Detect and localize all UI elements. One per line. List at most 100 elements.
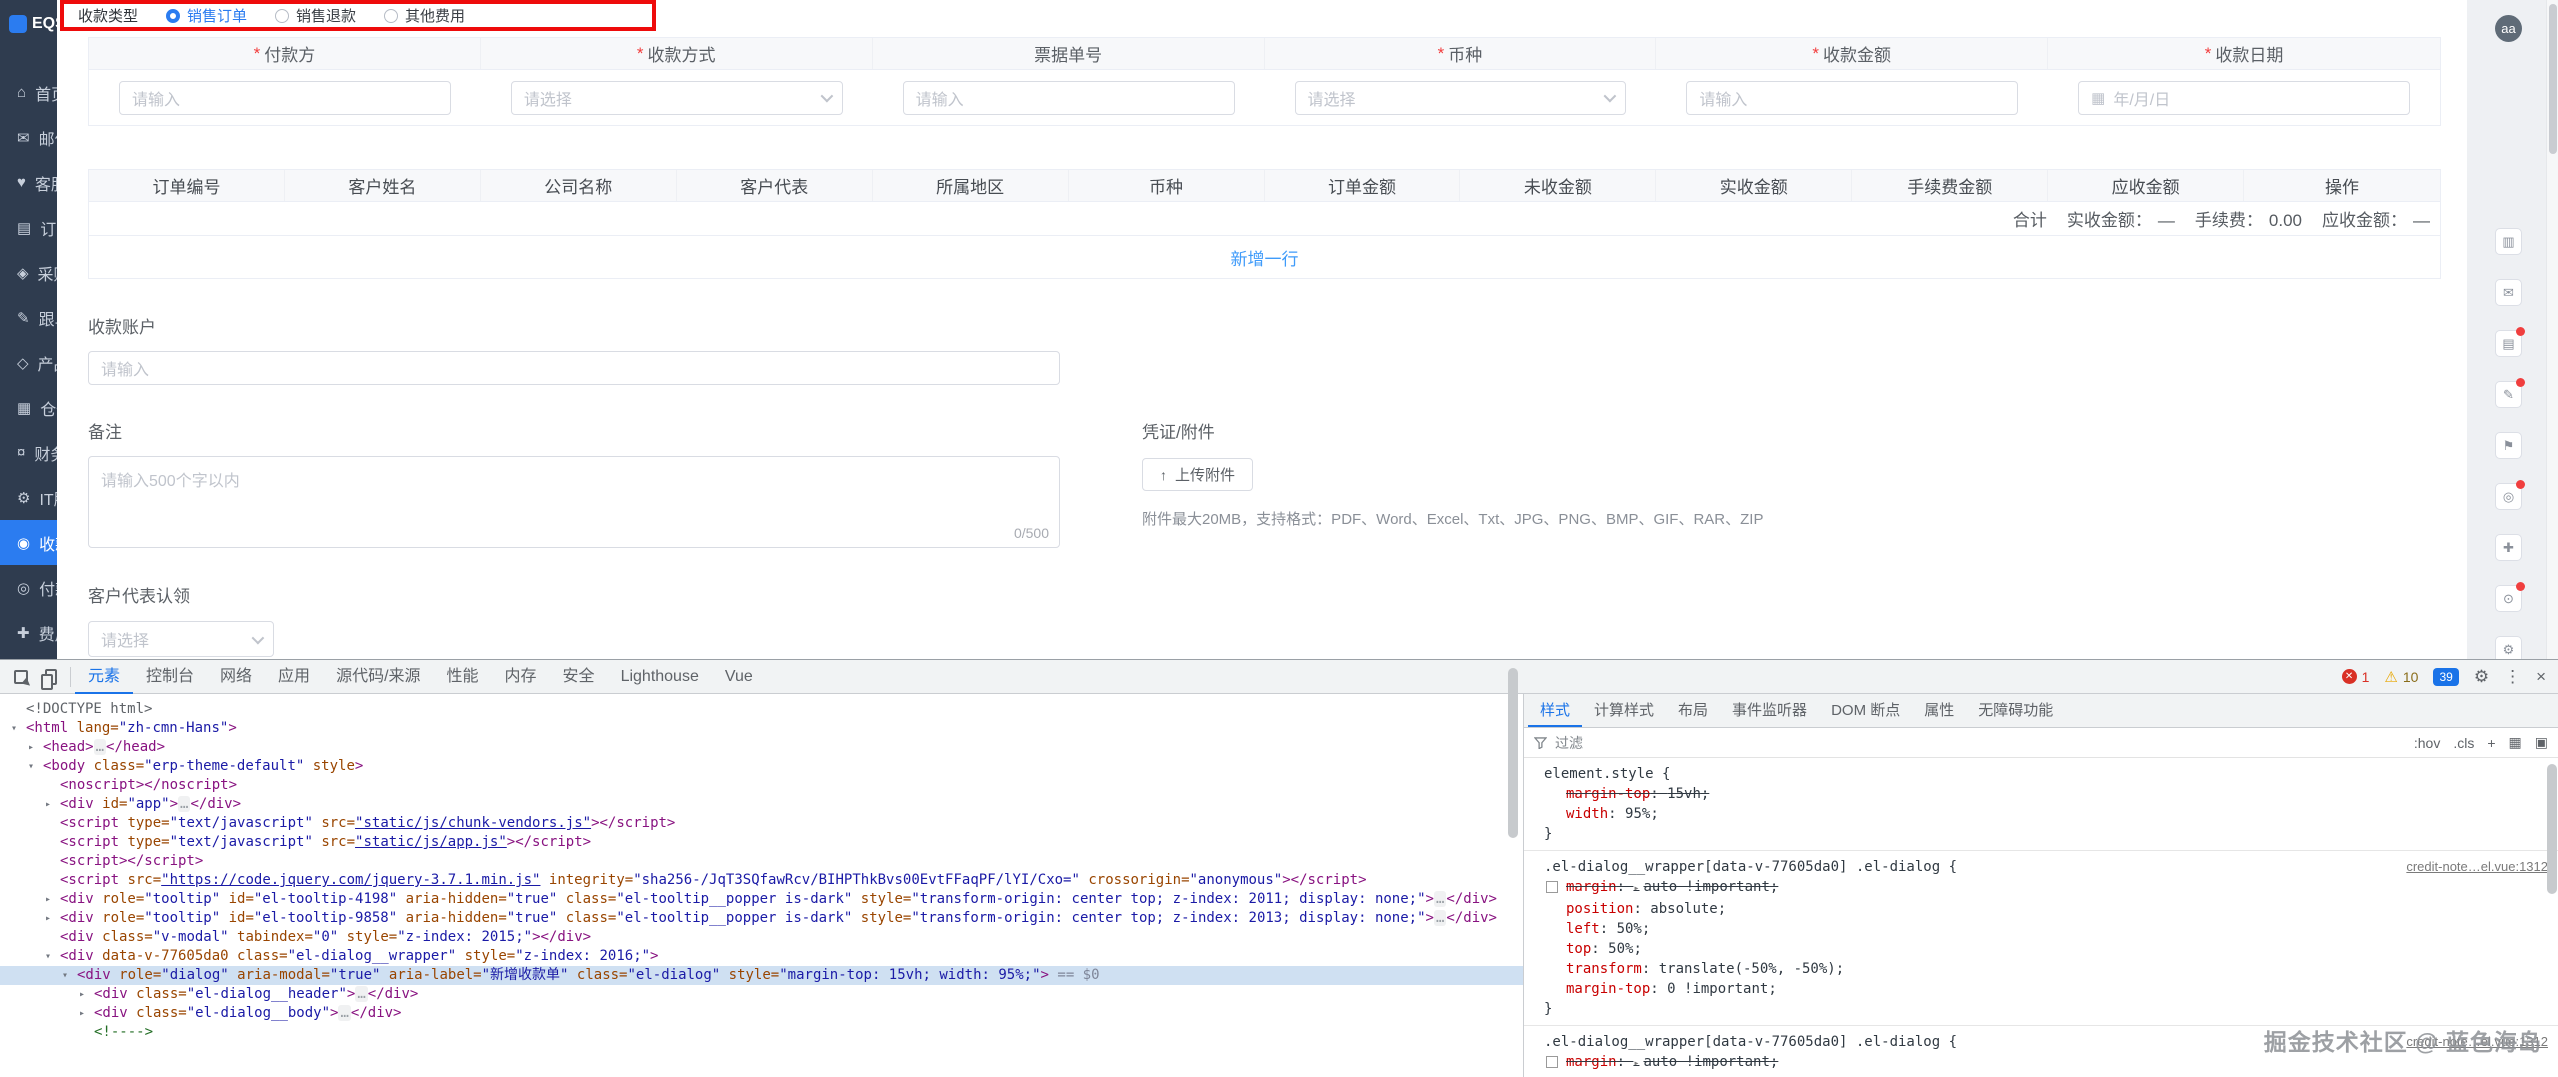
collapse-arrow-icon[interactable]: ▾ (59, 966, 71, 985)
quick-action-button[interactable]: ▥ (2495, 228, 2522, 255)
quick-action-button[interactable]: ✚ (2495, 534, 2522, 561)
dom-tree-line[interactable]: ▸ <head>… </head> (0, 738, 1523, 757)
sidebar-item-IT服务[interactable]: ⚙ IT服务 (0, 475, 57, 520)
warning-badge[interactable]: ⚠ 10 (2384, 668, 2418, 686)
expand-arrow-icon[interactable]: ▸ (76, 985, 88, 1004)
receipt-type-option[interactable]: 销售退款 (275, 5, 356, 26)
form-select[interactable]: 请选择 (510, 80, 843, 115)
sidebar-item-跟单[interactable]: ✎ 跟单 (0, 295, 57, 340)
grid-icon[interactable]: ▦ (2509, 734, 2522, 751)
issues-badge[interactable]: 39 (2433, 667, 2459, 686)
dom-tree-line[interactable]: ▸ <div role="tooltip" id="el-tooltip-9858… (0, 909, 1523, 928)
dom-tree-line[interactable]: <script src="https://code.jquery.com/jqu… (0, 871, 1523, 890)
elements-scrollbar[interactable] (1508, 668, 1518, 1028)
dom-tree-line[interactable]: ▸ <div role="tooltip" id="el-tooltip-4198… (0, 890, 1523, 909)
error-badge[interactable]: ✕ 1 (2341, 669, 2369, 685)
sidebar-item-付款[interactable]: ◎ 付款 (0, 565, 57, 610)
devtools-tab[interactable]: Lighthouse (608, 660, 712, 694)
styles-tab[interactable]: 事件监听器 (1720, 694, 1819, 727)
quick-action-button[interactable]: ✉ (2495, 279, 2522, 306)
remark-textarea[interactable]: 请输入500个字以内 0/500 (88, 456, 1060, 548)
claim-select[interactable]: 请选择 (88, 621, 274, 657)
settings-gear-icon[interactable]: ⚙ (2474, 667, 2489, 687)
styles-toggle[interactable]: .cls (2453, 735, 2474, 751)
quick-action-button[interactable]: ◎ (2495, 480, 2525, 510)
styles-scrollbar[interactable] (2547, 764, 2557, 1077)
styles-tab[interactable]: 无障碍功能 (1966, 694, 2065, 727)
collapse-arrow-icon[interactable]: ▾ (42, 947, 54, 966)
sidebar-item-财务[interactable]: ¤ 财务 (0, 430, 57, 475)
dom-tree-line[interactable]: ▾ <html lang="zh-cmn-Hans"> (0, 719, 1523, 738)
receipt-type-option[interactable]: 销售订单 (166, 5, 247, 26)
property-checkbox[interactable] (1546, 1056, 1558, 1068)
devtools-tab[interactable]: 性能 (434, 660, 492, 694)
date-picker[interactable]: ▦ 年/月/日 (2078, 80, 2410, 115)
scrollbar-thumb[interactable] (2549, 4, 2557, 154)
source-link[interactable]: credit-note…el.vue:1312 (2396, 857, 2548, 877)
form-input[interactable]: 请输入 (1686, 80, 2019, 115)
sidebar-item-仓储[interactable]: ▦ 仓储 (0, 385, 57, 430)
sidebar-item-首页[interactable]: ⌂ 首页 (0, 70, 57, 115)
devtools-tab[interactable]: 内存 (492, 660, 550, 694)
receipt-type-option[interactable]: 其他费用 (384, 5, 465, 26)
sidebar-item-采购[interactable]: ◈ 采购 (0, 250, 57, 295)
devtools-tab[interactable]: 源代码/来源 (323, 660, 433, 694)
add-row-link[interactable]: 新增一行 (1231, 245, 1299, 270)
form-input[interactable]: 请输入 (902, 80, 1235, 115)
styles-tab[interactable]: DOM 断点 (1819, 694, 1912, 727)
user-avatar[interactable]: aa (2495, 15, 2522, 42)
quick-action-button[interactable]: ⚙ (2495, 636, 2522, 659)
dom-tree-line[interactable]: <div class="v-modal" tabindex="0" style=… (0, 928, 1523, 947)
dom-tree-line[interactable]: ▸ <div class="el-dialog__header">… </div> (0, 985, 1523, 1004)
dom-tree-line[interactable]: ▸ <div id="app">… </div> (0, 795, 1523, 814)
styles-filter-input[interactable]: 过滤 (1555, 733, 1583, 753)
page-scrollbar[interactable] (2546, 0, 2558, 659)
quick-action-button[interactable]: ⚑ (2495, 432, 2522, 459)
inspect-element-button[interactable] (6, 660, 36, 694)
property-checkbox[interactable] (1546, 881, 1558, 893)
sidebar-item-订单[interactable]: ▤ 订单 (0, 205, 57, 250)
upload-attachment-button[interactable]: ↑ 上传附件 (1142, 458, 1254, 491)
form-select[interactable]: 请选择 (1294, 80, 1627, 115)
expand-arrow-icon[interactable]: ▸ (76, 1004, 88, 1023)
styles-tab[interactable]: 计算样式 (1582, 694, 1666, 727)
quick-action-button[interactable]: ⊙ (2495, 582, 2525, 612)
sidebar-item-邮件[interactable]: ✉ 邮件 (0, 115, 57, 160)
dom-tree-line[interactable]: <script type="text/javascript" src="stat… (0, 814, 1523, 833)
styles-tab[interactable]: 布局 (1666, 694, 1720, 727)
devtools-tab[interactable]: 网络 (207, 660, 265, 694)
expand-arrow-icon[interactable]: ▸ (25, 738, 37, 757)
dom-tree-line[interactable]: ▸ <div class="el-dialog__body">… </div> (0, 1004, 1523, 1023)
devtools-tab[interactable]: 应用 (265, 660, 323, 694)
form-input[interactable]: 请输入 (119, 80, 451, 115)
sidebar-item-费用[interactable]: ✚ 费用 (0, 610, 57, 655)
sidebar-item-产品[interactable]: ◇ 产品 (0, 340, 57, 385)
devtools-tab[interactable]: 元素 (75, 660, 133, 694)
dom-tree-line[interactable]: ▾ <body class="erp-theme-default" style> (0, 757, 1523, 776)
devtools-tab[interactable]: Vue (712, 660, 766, 694)
styles-toggle[interactable]: + (2487, 735, 2495, 751)
device-toolbar-button[interactable] (36, 660, 66, 694)
dom-tree-line[interactable]: <script type="text/javascript" src="stat… (0, 833, 1523, 852)
quick-action-button[interactable]: ✎ (2495, 378, 2525, 408)
devtools-tab[interactable]: 安全 (550, 660, 608, 694)
account-input[interactable]: 请输入 (88, 351, 1060, 385)
dom-tree-line[interactable]: <!----> (0, 1023, 1523, 1042)
styles-tab[interactable]: 样式 (1528, 694, 1582, 727)
close-devtools-icon[interactable]: × (2536, 667, 2546, 687)
collapse-arrow-icon[interactable]: ▾ (8, 719, 20, 738)
scrollbar-thumb[interactable] (2547, 764, 2557, 894)
quick-action-button[interactable]: ▤ (2495, 327, 2525, 357)
expand-arrow-icon[interactable]: ▸ (42, 890, 54, 909)
sidebar-item-收款[interactable]: ◉ 收款 (0, 520, 57, 565)
kebab-menu-icon[interactable]: ⋮ (2504, 667, 2521, 687)
dom-tree-line[interactable]: ▾ <div data-v-77605da0 class="el-dialog__… (0, 947, 1523, 966)
styles-toggle[interactable]: :hov (2414, 735, 2440, 751)
scrollbar-thumb[interactable] (1508, 668, 1518, 838)
sidebar-item-客服[interactable]: ♥ 客服 (0, 160, 57, 205)
expand-arrow-icon[interactable]: ▸ (42, 909, 54, 928)
dom-tree-line[interactable]: ▾ <div role="dialog" aria-modal="true" ar… (0, 966, 1523, 985)
dom-tree-line[interactable]: <!DOCTYPE html> (0, 700, 1523, 719)
dom-tree-line[interactable]: <script></script> (0, 852, 1523, 871)
devtools-tab[interactable]: 控制台 (133, 660, 207, 694)
